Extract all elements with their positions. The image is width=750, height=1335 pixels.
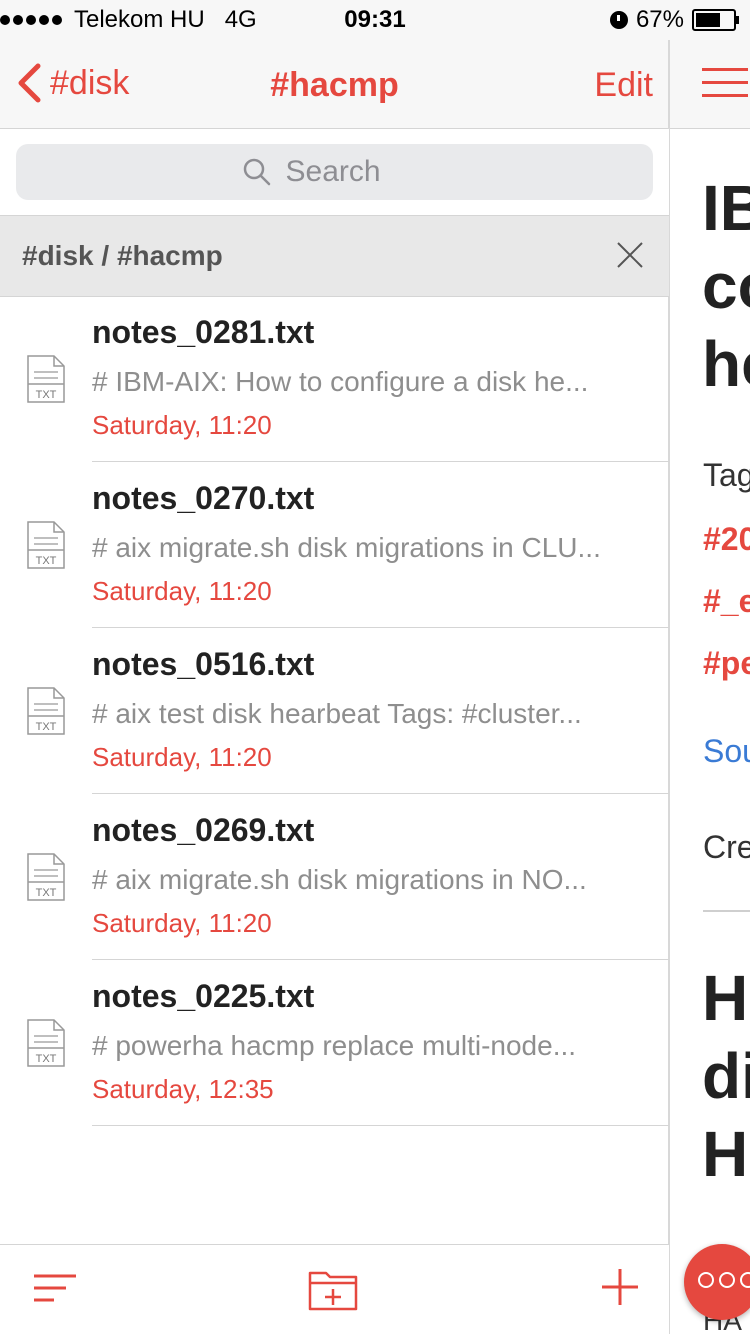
editor-created: Cre — [703, 829, 750, 865]
note-date: Saturday, 11:20 — [92, 908, 272, 938]
note-list: TXT notes_0281.txt # IBM-AIX: How to con… — [0, 296, 669, 1126]
new-folder-icon[interactable] — [308, 1267, 358, 1311]
edit-button[interactable]: Edit — [594, 66, 653, 105]
status-right: 67% — [609, 6, 739, 34]
txt-file-icon: TXT — [27, 853, 65, 901]
note-preview: # aix test disk hearbeat Tags: #cluster.… — [92, 698, 582, 729]
txt-file-icon: TXT — [27, 521, 65, 569]
note-preview: # IBM-AIX: How to configure a disk he... — [92, 366, 589, 397]
nav-bar: #disk #hacmp Edit — [0, 40, 669, 129]
search-area — [0, 129, 669, 215]
list-item[interactable]: TXT notes_0225.txt # powerha hacmp repla… — [0, 960, 669, 1126]
note-editor-pane[interactable]: IB co he Tag #20 #_e #pe Sou Cre H di H … — [670, 129, 750, 1334]
more-dots-icon — [698, 1272, 750, 1288]
svg-text:TXT: TXT — [36, 1053, 57, 1065]
editor-heading: H di H — [702, 962, 750, 1190]
tag-filter-bar: #disk / #hacmp — [0, 215, 669, 297]
note-date: Saturday, 11:20 — [92, 742, 272, 772]
svg-text:TXT: TXT — [36, 721, 57, 733]
add-note-icon[interactable] — [602, 1269, 638, 1305]
alarm-icon — [609, 11, 628, 29]
note-date: Saturday, 11:20 — [92, 576, 272, 606]
note-date: Saturday, 11:20 — [92, 410, 272, 440]
search-input[interactable] — [283, 154, 428, 190]
more-actions-button[interactable] — [684, 1244, 750, 1320]
list-item[interactable]: TXT notes_0269.txt # aix migrate.sh disk… — [0, 794, 669, 960]
note-title: notes_0269.txt — [92, 812, 315, 848]
txt-file-icon: TXT — [27, 355, 65, 403]
editor-tag[interactable]: #_e — [703, 583, 750, 620]
close-icon[interactable] — [615, 240, 645, 270]
editor-source-link[interactable]: Sou — [703, 733, 750, 770]
note-date: Saturday, 12:35 — [92, 1074, 274, 1104]
note-preview: # aix migrate.sh disk migrations in CLU.… — [92, 532, 601, 563]
hamburger-menu-icon[interactable] — [702, 68, 748, 107]
note-title: notes_0270.txt — [92, 480, 315, 516]
sort-icon[interactable] — [34, 1273, 76, 1303]
editor-tags-label: Tag — [703, 457, 750, 493]
search-field[interactable] — [16, 144, 653, 200]
status-bar: Telekom HU 4G 09:31 67% — [0, 0, 750, 40]
bottom-toolbar — [0, 1244, 669, 1335]
page-title: #hacmp — [270, 66, 399, 104]
search-icon — [243, 158, 270, 186]
list-item[interactable]: TXT notes_0281.txt # IBM-AIX: How to con… — [0, 296, 669, 462]
note-title: notes_0516.txt — [92, 646, 315, 682]
note-title: notes_0225.txt — [92, 978, 315, 1014]
svg-text:TXT: TXT — [36, 887, 57, 899]
right-nav — [670, 40, 750, 129]
svg-text:TXT: TXT — [36, 555, 57, 567]
editor-tag[interactable]: #20 — [703, 521, 750, 558]
list-item[interactable]: TXT notes_0516.txt # aix test disk hearb… — [0, 628, 669, 794]
txt-file-icon: TXT — [27, 687, 65, 735]
battery-icon — [692, 9, 739, 31]
txt-file-icon: TXT — [27, 1019, 65, 1067]
editor-divider — [703, 910, 750, 912]
tag-filter-path: #disk / #hacmp — [22, 240, 223, 271]
note-preview: # powerha hacmp replace multi-node... — [92, 1030, 577, 1061]
svg-text:TXT: TXT — [36, 389, 57, 401]
note-preview: # aix migrate.sh disk migrations in NO..… — [92, 864, 587, 895]
list-item[interactable]: TXT notes_0270.txt # aix migrate.sh disk… — [0, 462, 669, 628]
editor-title: IB co he — [702, 172, 750, 400]
note-title: notes_0281.txt — [92, 314, 315, 350]
battery-percent: 67% — [635, 6, 684, 33]
editor-tag[interactable]: #pe — [703, 645, 750, 682]
